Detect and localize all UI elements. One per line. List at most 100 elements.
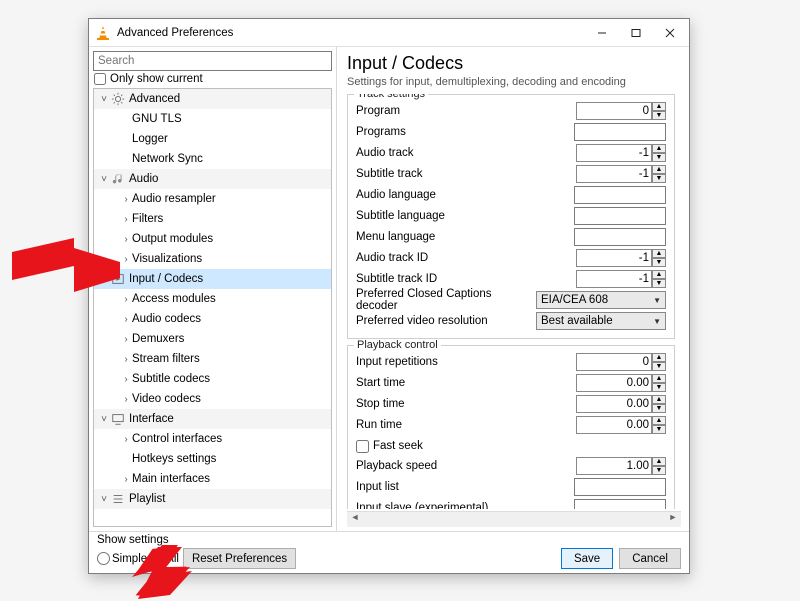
tree-item-control-interfaces[interactable]: ›Control interfaces	[94, 429, 331, 449]
tree-item-interface[interactable]: ˅Interface	[94, 409, 331, 429]
tree-item-logger[interactable]: Logger	[94, 129, 331, 149]
tree-item-visualizations[interactable]: ›Visualizations	[94, 249, 331, 269]
tree-item-label: Video codecs	[132, 393, 201, 405]
expand-icon: ›	[120, 234, 132, 245]
tree-item-gnu-tls[interactable]: GNU TLS	[94, 109, 331, 129]
combo[interactable]: EIA/CEA 608▼	[536, 291, 666, 309]
search-input[interactable]	[93, 51, 332, 71]
spin-input[interactable]	[576, 374, 652, 392]
spin-up[interactable]: ▲	[652, 353, 666, 362]
checkbox[interactable]	[356, 440, 369, 453]
spin-down[interactable]: ▼	[652, 404, 666, 413]
spin-input[interactable]	[576, 165, 652, 183]
expand-icon: ›	[120, 314, 132, 325]
setting-label: Input repetitions	[356, 356, 576, 368]
tree-item-output-modules[interactable]: ›Output modules	[94, 229, 331, 249]
expand-icon: ›	[120, 334, 132, 345]
spin-up[interactable]: ▲	[652, 395, 666, 404]
spin-down[interactable]: ▼	[652, 425, 666, 434]
spin-input[interactable]	[576, 353, 652, 371]
minimize-button[interactable]	[585, 22, 619, 44]
tree-item-advanced[interactable]: ˅Advanced	[94, 89, 331, 109]
expand-icon: ›	[120, 474, 132, 485]
spin-down[interactable]: ▼	[652, 258, 666, 267]
spin-up[interactable]: ▲	[652, 144, 666, 153]
spin-input[interactable]	[576, 249, 652, 267]
spin-down[interactable]: ▼	[652, 279, 666, 288]
tree-item-audio-codecs[interactable]: ›Audio codecs	[94, 309, 331, 329]
tree-item-input-codecs[interactable]: ˅Input / Codecs	[94, 269, 331, 289]
category-tree: ˅AdvancedGNU TLS Logger Network Sync ˅Audio…	[93, 88, 332, 527]
spin-up[interactable]: ▲	[652, 374, 666, 383]
spin-down[interactable]: ▼	[652, 111, 666, 120]
spin-input[interactable]	[576, 416, 652, 434]
tree-item-filters[interactable]: ›Filters	[94, 209, 331, 229]
tree-item-main-interfaces[interactable]: ›Main interfaces	[94, 469, 331, 489]
only-show-current-label: Only show current	[110, 73, 203, 85]
setting-label: Fast seek	[373, 440, 423, 452]
tree-item-label: Visualizations	[132, 253, 202, 265]
tree-item-subtitle-codecs[interactable]: ›Subtitle codecs	[94, 369, 331, 389]
text-input[interactable]	[574, 186, 666, 204]
chevron-down-icon: ▼	[653, 317, 661, 326]
text-input[interactable]	[574, 478, 666, 496]
spin-input[interactable]	[576, 144, 652, 162]
tree-item-label: Control interfaces	[132, 433, 222, 445]
only-show-current-checkbox[interactable]	[94, 73, 106, 85]
spin-down[interactable]: ▼	[652, 153, 666, 162]
text-input[interactable]	[574, 123, 666, 141]
spin-down[interactable]: ▼	[652, 466, 666, 475]
tree-item-label: Network Sync	[132, 153, 203, 165]
spin-input[interactable]	[576, 395, 652, 413]
reset-preferences-button[interactable]: Reset Preferences	[183, 548, 296, 569]
radio-all[interactable]: All	[151, 552, 179, 565]
setting-audio-track: Audio track▲▼	[356, 143, 666, 163]
titlebar: Advanced Preferences	[89, 19, 689, 47]
text-input[interactable]	[574, 228, 666, 246]
expand-icon: ˅	[98, 274, 110, 285]
spin-up[interactable]: ▲	[652, 457, 666, 466]
tree-item-label: Logger	[132, 133, 168, 145]
horizontal-scrollbar[interactable]: ◄►	[347, 511, 681, 527]
tree-item-demuxers[interactable]: ›Demuxers	[94, 329, 331, 349]
vlc-icon	[95, 25, 111, 41]
setting-subtitle-track: Subtitle track▲▼	[356, 164, 666, 184]
text-input[interactable]	[574, 207, 666, 225]
spin-up[interactable]: ▲	[652, 165, 666, 174]
save-button[interactable]: Save	[561, 548, 613, 569]
cancel-button[interactable]: Cancel	[619, 548, 681, 569]
spin-up[interactable]: ▲	[652, 416, 666, 425]
tree-item-video-codecs[interactable]: ›Video codecs	[94, 389, 331, 409]
close-button[interactable]	[653, 22, 687, 44]
spin-up[interactable]: ▲	[652, 102, 666, 111]
tree-item-access-modules[interactable]: ›Access modules	[94, 289, 331, 309]
expand-icon: ˅	[98, 174, 110, 185]
tree-item-audio[interactable]: ˅Audio	[94, 169, 331, 189]
setting-audio-language: Audio language	[356, 185, 666, 205]
spin-down[interactable]: ▼	[652, 383, 666, 392]
expand-icon: ˅	[98, 94, 110, 105]
setting-subtitle-language: Subtitle language	[356, 206, 666, 226]
spin-down[interactable]: ▼	[652, 362, 666, 371]
setting-label: Preferred Closed Captions decoder	[356, 288, 536, 312]
tree-item-label: Hotkeys settings	[132, 453, 216, 465]
setting-input-list: Input list	[356, 477, 666, 497]
tree-item-label: Playlist	[129, 493, 165, 505]
combo[interactable]: Best available▼	[536, 312, 666, 330]
tree-item-audio-resampler[interactable]: ›Audio resampler	[94, 189, 331, 209]
spin-input[interactable]	[576, 270, 652, 288]
tree-item-label: Output modules	[132, 233, 213, 245]
setting-program: Program▲▼	[356, 101, 666, 121]
spin-input[interactable]	[576, 457, 652, 475]
spin-up[interactable]: ▲	[652, 270, 666, 279]
radio-simple[interactable]: Simple	[97, 552, 147, 565]
text-input[interactable]	[574, 499, 666, 509]
maximize-button[interactable]	[619, 22, 653, 44]
spin-up[interactable]: ▲	[652, 249, 666, 258]
tree-item-hotkeys-settings[interactable]: Hotkeys settings	[94, 449, 331, 469]
tree-item-stream-filters[interactable]: ›Stream filters	[94, 349, 331, 369]
spin-down[interactable]: ▼	[652, 174, 666, 183]
tree-item-playlist[interactable]: ˅Playlist	[94, 489, 331, 509]
tree-item-network-sync[interactable]: Network Sync	[94, 149, 331, 169]
spin-input[interactable]	[576, 102, 652, 120]
